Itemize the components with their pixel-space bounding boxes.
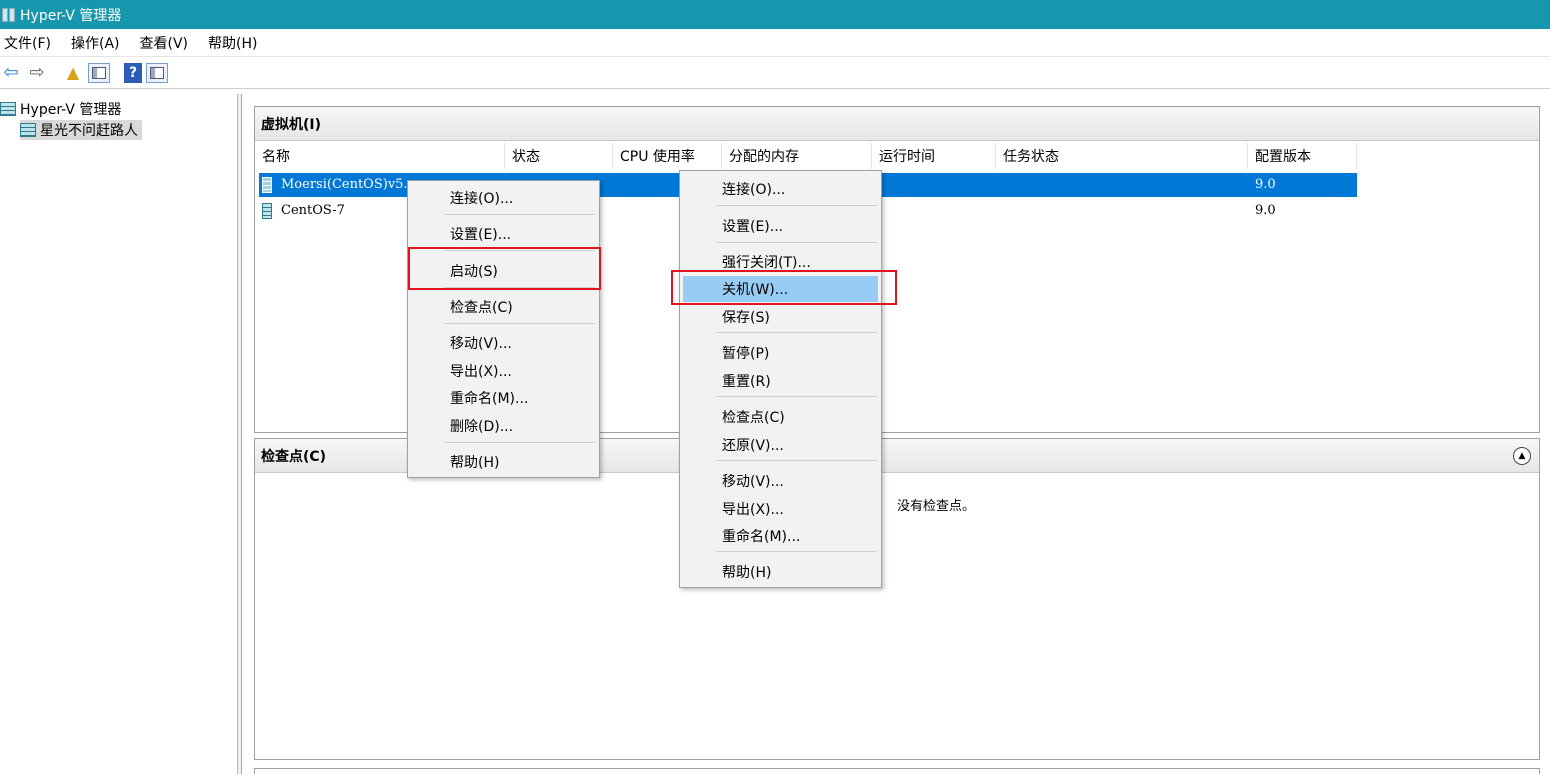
menu-file[interactable]: 文件(F) — [4, 33, 61, 53]
forward-arrow-icon[interactable]: ⇨ — [26, 62, 48, 84]
menu-item-save[interactable]: 保存(S) — [680, 304, 881, 330]
window-title: Hyper-V 管理器 — [20, 7, 122, 24]
menu-item-delete[interactable]: 删除(D)... — [408, 413, 599, 439]
column-header-name[interactable]: 名称 — [255, 143, 505, 169]
tree-item-label: Hyper-V 管理器 — [20, 102, 122, 118]
menu-item-export[interactable]: 导出(X)... — [680, 496, 881, 522]
menu-view[interactable]: 查看(V) — [140, 33, 199, 53]
back-arrow-icon[interactable]: ⇦ — [0, 62, 22, 84]
menu-item-move[interactable]: 移动(V)... — [680, 468, 881, 494]
menu-item-checkpoint[interactable]: 检查点(C) — [680, 404, 881, 430]
menu-item-checkpoint[interactable]: 检查点(C) — [408, 294, 599, 320]
vm-panel-title: 虚拟机(I) — [261, 116, 322, 133]
pane-splitter[interactable] — [238, 94, 242, 774]
menu-item-export[interactable]: 导出(X)... — [408, 358, 599, 384]
help-icon[interactable]: ? — [124, 62, 142, 83]
column-header-uptime[interactable]: 运行时间 — [872, 143, 996, 169]
menu-item-connect[interactable]: 连接(O)... — [680, 176, 881, 202]
vm-config-version: 9.0 — [1255, 177, 1276, 192]
hyperv-manager-icon — [0, 102, 16, 116]
vm-name: Moersi(CentOS)v5. — [281, 177, 408, 192]
server-icon — [20, 123, 36, 137]
column-header-task-status[interactable]: 任务状态 — [996, 143, 1248, 169]
menu-item-pause[interactable]: 暂停(P) — [680, 340, 881, 366]
tree-item-hyperv-manager[interactable]: Hyper-V 管理器 — [0, 99, 121, 119]
checkpoint-panel: 检查点(C) ▲ 没有检查点。 — [254, 438, 1540, 760]
menu-item-help[interactable]: 帮助(H) — [680, 559, 881, 585]
virtual-machine-icon — [262, 177, 272, 193]
column-header-config-version[interactable]: 配置版本 — [1248, 143, 1357, 169]
menu-help[interactable]: 帮助(H) — [208, 33, 267, 53]
column-header-memory[interactable]: 分配的内存 — [722, 143, 872, 169]
title-bar: Hyper-V 管理器 — [0, 0, 1550, 29]
checkpoint-panel-title: 检查点(C) — [261, 448, 327, 465]
menu-item-revert[interactable]: 还原(V)... — [680, 432, 881, 458]
vm-config-version: 9.0 — [1255, 203, 1276, 218]
column-header-state[interactable]: 状态 — [505, 143, 613, 169]
menu-bar: 文件(F) 操作(A) 查看(V) 帮助(H) — [0, 29, 1550, 57]
up-folder-icon[interactable]: ▲ — [62, 62, 84, 84]
menu-item-rename[interactable]: 重命名(M)... — [680, 523, 881, 549]
show-hide-tree-icon[interactable] — [88, 62, 110, 83]
menu-item-settings[interactable]: 设置(E)... — [680, 213, 881, 239]
tree-item-server[interactable]: 星光不问赶路人 — [20, 120, 142, 140]
highlight-shut-down — [671, 270, 897, 305]
console-tree — [0, 94, 238, 774]
vm-panel-header: 虚拟机(I) — [255, 107, 1539, 141]
context-menu-vm-running: 连接(O)... 设置(E)... 强行关闭(T)... 关机(W)... 保存… — [679, 170, 882, 588]
menu-item-rename[interactable]: 重命名(M)... — [408, 385, 599, 411]
no-checkpoints-text: 没有检查点。 — [897, 499, 976, 514]
menu-item-help[interactable]: 帮助(H) — [408, 449, 599, 475]
column-header-cpu[interactable]: CPU 使用率 — [613, 143, 722, 169]
menu-item-settings[interactable]: 设置(E)... — [408, 221, 599, 247]
toolbar: ⇦ ⇨ ▲ ? — [0, 57, 1550, 89]
virtual-machine-icon — [262, 203, 272, 219]
vm-name: CentOS-7 — [281, 203, 345, 218]
menu-action[interactable]: 操作(A) — [71, 33, 130, 53]
context-menu-vm-off: 连接(O)... 设置(E)... 启动(S) 检查点(C) 移动(V)... … — [407, 180, 600, 478]
highlight-start — [408, 247, 601, 290]
menu-item-connect[interactable]: 连接(O)... — [408, 185, 599, 211]
menu-item-reset[interactable]: 重置(R) — [680, 368, 881, 394]
hyperv-app-icon — [2, 7, 16, 22]
collapse-icon[interactable]: ▲ — [1513, 447, 1531, 465]
details-panel — [254, 768, 1540, 774]
vm-column-headers: 名称 状态 CPU 使用率 分配的内存 运行时间 任务状态 配置版本 — [255, 143, 1539, 169]
menu-item-move[interactable]: 移动(V)... — [408, 330, 599, 356]
show-hide-action-pane-icon[interactable] — [146, 62, 168, 83]
tree-item-label: 星光不问赶路人 — [40, 123, 138, 139]
